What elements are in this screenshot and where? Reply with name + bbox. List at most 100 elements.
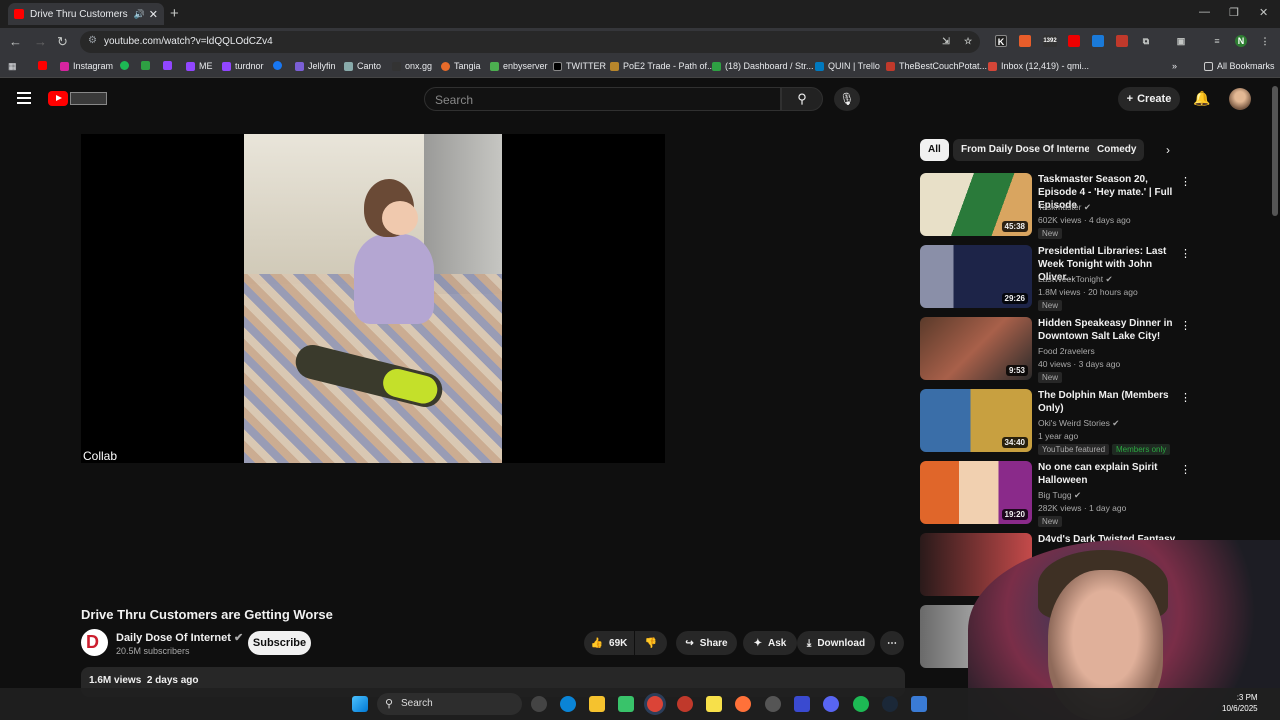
- media-controls-icon[interactable]: ≡: [1211, 35, 1223, 47]
- bookmark-enbyserver[interactable]: enbyserver: [490, 61, 548, 71]
- chip-all[interactable]: All: [920, 139, 949, 161]
- all-bookmarks[interactable]: All Bookmarks: [1204, 61, 1275, 71]
- chrome-icon[interactable]: [647, 696, 663, 712]
- video-thumbnail[interactable]: 34:40: [920, 389, 1032, 452]
- bookmark-facebook[interactable]: [273, 61, 286, 70]
- edge-icon[interactable]: [560, 696, 576, 712]
- task-view-icon[interactable]: [531, 696, 547, 712]
- recommendation-item[interactable]: 9:53 Hidden Speakeasy Dinner in Downtown…: [920, 317, 1191, 383]
- bookmark-turdnor[interactable]: turdnor: [222, 61, 264, 71]
- video-player[interactable]: [81, 134, 665, 463]
- bookmark-poe2[interactable]: PoE2 Trade - Path of...: [610, 61, 715, 71]
- channel-avatar[interactable]: [81, 629, 108, 656]
- bookmark-jellyfin[interactable]: Jellyfin: [295, 61, 336, 71]
- bookmark-twitter[interactable]: TWITTER: [553, 61, 606, 71]
- rec-channel[interactable]: Big Tugg ✔: [1038, 490, 1081, 501]
- file-explorer-icon[interactable]: [589, 696, 605, 712]
- sidepanel-icon[interactable]: ▣: [1175, 35, 1187, 47]
- account-avatar[interactable]: [1229, 88, 1251, 110]
- create-button[interactable]: + Create: [1118, 87, 1180, 111]
- recommendation-item[interactable]: 19:20 No one can explain Spirit Hallowee…: [920, 461, 1191, 527]
- voice-search-button[interactable]: 🎙: [834, 87, 860, 111]
- extension-fox-icon[interactable]: [1019, 35, 1031, 47]
- browser-tab-active[interactable]: Drive Thru Customers are G 🔊 ✕: [8, 3, 164, 25]
- more-vertical-icon[interactable]: ⋮: [1180, 175, 1191, 188]
- bookmark-youtube[interactable]: [38, 61, 51, 70]
- back-icon[interactable]: ←: [9, 34, 22, 49]
- bookmark-me[interactable]: ME: [186, 61, 213, 71]
- windows-start-icon[interactable]: [352, 696, 368, 712]
- video-thumbnail[interactable]: 19:20: [920, 461, 1032, 524]
- extension-youtube-icon[interactable]: [1068, 35, 1080, 47]
- sticky-notes-icon[interactable]: [706, 696, 722, 712]
- terminal-icon[interactable]: [618, 696, 634, 712]
- rec-channel[interactable]: Food 2ravelers: [1038, 346, 1095, 356]
- extension-k-icon[interactable]: K: [995, 35, 1007, 47]
- chip-from-channel[interactable]: From Daily Dose Of Internet: [953, 139, 1102, 161]
- spotify-icon[interactable]: [853, 696, 869, 712]
- bookmark-green[interactable]: [141, 61, 154, 70]
- ask-button[interactable]: ✦ Ask: [743, 631, 797, 655]
- rec-title[interactable]: The Dolphin Man (Members Only): [1038, 389, 1178, 415]
- address-bar[interactable]: youtube.com/watch?v=ldQQLOdCZv4: [80, 31, 980, 53]
- search-button[interactable]: ⚲: [781, 87, 823, 111]
- share-button[interactable]: ↪ Share: [676, 631, 737, 655]
- minimize-icon[interactable]: —: [1199, 6, 1210, 18]
- rec-channel[interactable]: Taskmaster ✔: [1038, 202, 1091, 213]
- chip-comedy[interactable]: Comedy: [1089, 139, 1145, 161]
- bookmark-inbox[interactable]: Inbox (12,419) - qmi...: [988, 61, 1089, 71]
- more-actions-button[interactable]: ⋯: [880, 631, 904, 655]
- recommendation-item[interactable]: 34:40 The Dolphin Man (Members Only) Oki…: [920, 389, 1191, 455]
- like-button[interactable]: 👍 69K: [584, 631, 634, 655]
- more-vertical-icon[interactable]: ⋮: [1180, 391, 1191, 404]
- window-close-icon[interactable]: ✕: [1259, 6, 1268, 19]
- extension-badge-icon[interactable]: 1392: [1043, 35, 1057, 47]
- close-tab-icon[interactable]: ✕: [149, 8, 158, 21]
- notifications-bell-icon[interactable]: 🔔: [1193, 90, 1210, 107]
- channel-name[interactable]: Daily Dose Of Internet ✔: [116, 631, 243, 644]
- recommendation-item[interactable]: 29:26 Presidential Libraries: Last Week …: [920, 245, 1191, 311]
- reload-icon[interactable]: ↻: [57, 34, 68, 50]
- bookmark-instagram[interactable]: Instagram: [60, 61, 113, 71]
- download-button[interactable]: ⤓ Download: [797, 631, 875, 655]
- search-input[interactable]: Search: [424, 87, 781, 111]
- install-app-icon[interactable]: ⇲: [940, 35, 952, 47]
- rec-channel[interactable]: LastWeekTonight ✔: [1038, 274, 1113, 285]
- video-thumbnail[interactable]: 9:53: [920, 317, 1032, 380]
- subscribe-button[interactable]: Subscribe: [248, 631, 311, 655]
- video-thumbnail[interactable]: 45:38: [920, 173, 1032, 236]
- rec-title[interactable]: Hidden Speakeasy Dinner in Downtown Salt…: [1038, 317, 1178, 343]
- bookmark-couchpotato[interactable]: TheBestCouchPotat...: [886, 61, 987, 71]
- bookmarks-overflow-icon[interactable]: »: [1172, 61, 1177, 71]
- firefox-icon[interactable]: [735, 696, 751, 712]
- profile-avatar-icon[interactable]: N: [1235, 35, 1247, 47]
- more-vertical-icon[interactable]: ⋮: [1180, 247, 1191, 260]
- youtube-logo[interactable]: [48, 91, 108, 106]
- taskbar-search[interactable]: Search: [377, 693, 522, 715]
- new-tab-icon[interactable]: +: [170, 5, 179, 22]
- site-info-icon[interactable]: ⚙: [88, 35, 97, 46]
- rec-channel[interactable]: Oki's Weird Stories ✔: [1038, 418, 1119, 429]
- video-thumbnail[interactable]: 29:26: [920, 245, 1032, 308]
- apps-grid-icon[interactable]: ▦: [8, 61, 17, 72]
- bookmark-tangia[interactable]: Tangia: [441, 61, 481, 71]
- taskbar-clock[interactable]: :3 PM 10/6/2025: [1222, 692, 1258, 714]
- notepad-icon[interactable]: [911, 696, 927, 712]
- bookmark-twitch[interactable]: [163, 61, 176, 70]
- extension-red-icon[interactable]: [1116, 35, 1128, 47]
- speaker-icon[interactable]: 🔊: [134, 9, 145, 20]
- obs-icon[interactable]: [765, 696, 781, 712]
- bookmark-spotify[interactable]: [120, 61, 133, 70]
- more-vertical-icon[interactable]: ⋮: [1180, 463, 1191, 476]
- forward-icon[interactable]: →: [34, 34, 47, 49]
- steam-icon[interactable]: [882, 696, 898, 712]
- chrome-menu-icon[interactable]: ⋮: [1259, 35, 1271, 47]
- bookmark-star-icon[interactable]: ☆: [962, 35, 974, 47]
- bookmark-onx[interactable]: onx.gg: [392, 61, 432, 71]
- app-red-icon[interactable]: [677, 696, 693, 712]
- discord-icon[interactable]: [823, 696, 839, 712]
- rec-title[interactable]: No one can explain Spirit Halloween: [1038, 461, 1178, 487]
- recommendation-item[interactable]: 45:38 Taskmaster Season 20, Episode 4 - …: [920, 173, 1191, 239]
- chevron-right-icon[interactable]: ›: [1166, 143, 1170, 157]
- bookmark-trello[interactable]: QUIN | Trello: [815, 61, 880, 71]
